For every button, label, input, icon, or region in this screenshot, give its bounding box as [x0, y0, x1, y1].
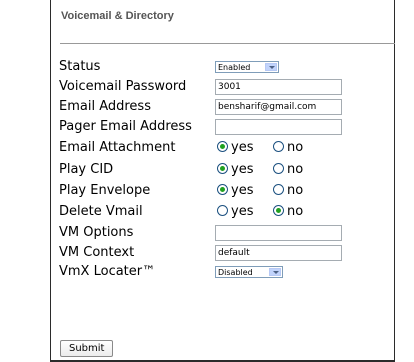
radio-yes-label: yes	[231, 204, 254, 219]
play-envelope-label: Play Envelope	[59, 183, 151, 198]
email-address-input[interactable]: bensharif@gmail.com	[215, 99, 342, 115]
section-title: Voicemail & Directory	[61, 10, 174, 22]
email-attachment-no-radio[interactable]: no	[273, 138, 303, 158]
radio-yes-label: yes	[231, 162, 254, 177]
email-attachment-yes-radio[interactable]: yes	[217, 138, 253, 158]
vmx-locater-select-value: Disabled	[218, 268, 253, 277]
status-label: Status	[59, 59, 101, 74]
vm-options-label: VM Options	[59, 225, 134, 240]
radio-yes-label: yes	[231, 140, 254, 155]
radio-unselected-icon[interactable]	[217, 205, 228, 216]
radio-yes-label: yes	[231, 183, 254, 198]
radio-selected-icon[interactable]	[217, 184, 228, 195]
radio-selected-icon[interactable]	[273, 205, 284, 216]
radio-no-label: no	[287, 162, 304, 177]
play-cid-yes-radio[interactable]: yes	[217, 160, 253, 180]
email-address-label: Email Address	[59, 99, 151, 114]
radio-no-label: no	[287, 204, 304, 219]
chevron-down-icon[interactable]	[265, 63, 277, 71]
voicemail-password-label: Voicemail Password	[59, 79, 187, 94]
play-envelope-no-radio[interactable]: no	[273, 181, 303, 201]
vm-context-label: VM Context	[59, 245, 135, 260]
delete-vmail-label: Delete Vmail	[59, 204, 143, 219]
delete-vmail-yes-radio[interactable]: yes	[217, 202, 253, 222]
vm-context-input[interactable]: default	[215, 245, 342, 261]
radio-selected-icon[interactable]	[217, 163, 228, 174]
play-cid-no-radio[interactable]: no	[273, 160, 303, 180]
pager-email-input[interactable]	[215, 119, 342, 135]
vmx-locater-label: VmX Locater™	[59, 264, 156, 279]
status-select-value: Enabled	[218, 63, 251, 72]
status-select[interactable]: Enabled	[215, 61, 279, 73]
submit-button[interactable]: Submit	[60, 340, 114, 357]
radio-unselected-icon[interactable]	[273, 184, 284, 195]
radio-unselected-icon[interactable]	[273, 163, 284, 174]
pager-email-label: Pager Email Address	[59, 119, 192, 134]
delete-vmail-no-radio[interactable]: no	[273, 202, 303, 222]
section-divider	[60, 43, 395, 44]
radio-unselected-icon[interactable]	[273, 141, 284, 152]
play-envelope-yes-radio[interactable]: yes	[217, 181, 253, 201]
voicemail-password-input[interactable]: 3001	[215, 79, 342, 95]
play-cid-label: Play CID	[59, 162, 114, 177]
radio-selected-icon[interactable]	[217, 141, 228, 152]
vm-options-input[interactable]	[215, 225, 342, 241]
radio-no-label: no	[287, 183, 304, 198]
email-attachment-label: Email Attachment	[59, 140, 176, 155]
radio-no-label: no	[287, 140, 304, 155]
chevron-down-icon[interactable]	[269, 268, 281, 276]
vmx-locater-select[interactable]: Disabled	[215, 266, 283, 278]
